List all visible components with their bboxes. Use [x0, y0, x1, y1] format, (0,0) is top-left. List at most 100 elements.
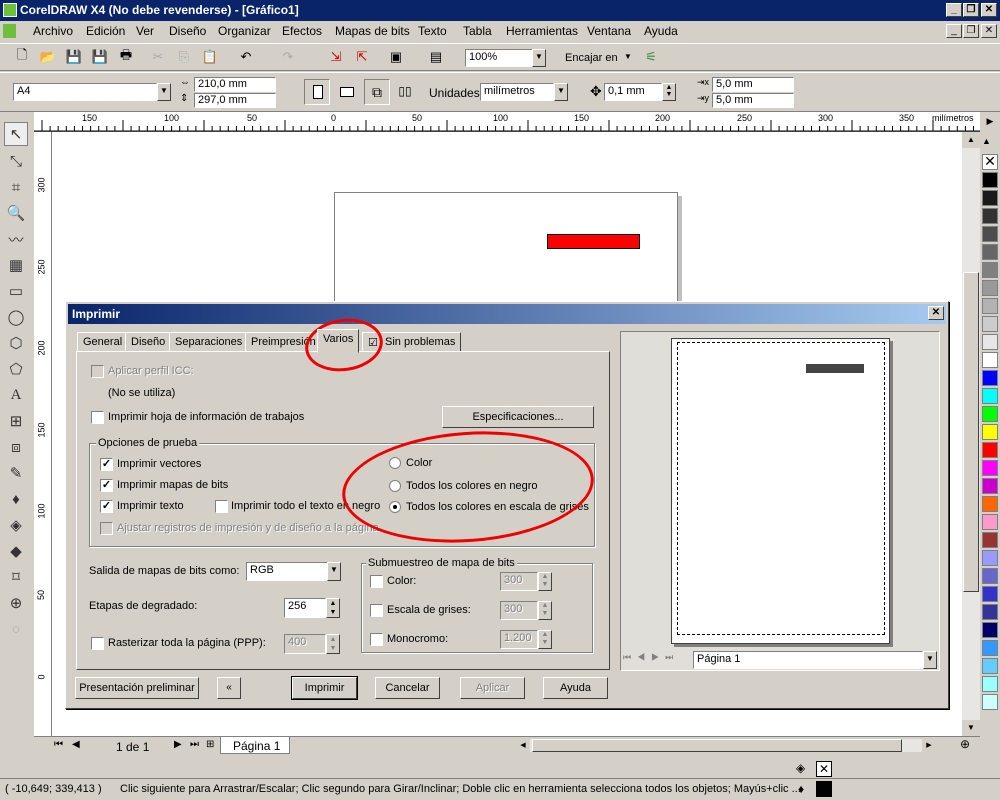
print-preview-pane[interactable]: ⏮◀▶⏭ Página 1 ▼	[620, 331, 940, 671]
color-swatch[interactable]	[982, 262, 998, 278]
dialog-close-icon[interactable]: ✕	[928, 306, 944, 320]
menu-efectos[interactable]: Efectos	[282, 24, 322, 38]
print-preview-button[interactable]: Presentación preliminar	[75, 677, 199, 699]
rasterize-spinner[interactable]: ▲ ▼	[326, 634, 340, 654]
ellipse-tool-icon[interactable]: ◯	[4, 305, 28, 329]
menu-organizar[interactable]: Organizar	[218, 24, 271, 38]
save-icon[interactable]: 💾	[64, 47, 84, 67]
ds-mono-field[interactable]: 1.200	[500, 630, 538, 649]
no-color-swatch[interactable]: ✕	[982, 154, 998, 170]
zoom-level[interactable]: 100%	[465, 49, 533, 67]
zoom-dropdown-icon[interactable]: ▼	[532, 49, 546, 67]
snap-to-label[interactable]: Encajar en	[565, 52, 618, 64]
color-swatch[interactable]	[982, 604, 998, 620]
specifications-button[interactable]: Especificaciones...	[442, 406, 594, 428]
color-swatch[interactable]	[982, 478, 998, 494]
color-swatch[interactable]	[982, 694, 998, 710]
preview-nav-icons[interactable]: ⏮◀▶⏭	[623, 652, 693, 668]
polygon-tool-icon[interactable]: ⬡	[4, 331, 28, 355]
close-icon[interactable]: ✕	[981, 3, 997, 17]
horizontal-ruler[interactable]: 150 100 50 0 50 100 150 200 250 300 350 …	[34, 112, 980, 132]
ds-color-checkbox[interactable]	[370, 575, 383, 588]
color-swatch[interactable]	[982, 208, 998, 224]
fountain-steps-field[interactable]: 256	[284, 598, 326, 618]
minimize-icon[interactable]: _	[946, 3, 962, 17]
eyedropper-icon[interactable]: ✎	[4, 461, 28, 485]
help-button[interactable]: Ayuda	[543, 677, 608, 699]
color-swatch[interactable]	[982, 334, 998, 350]
scroll-right-icon[interactable]: ▶	[922, 739, 936, 752]
tab-general[interactable]: General	[77, 332, 129, 352]
pan-tool-icon[interactable]: ○	[4, 617, 28, 641]
snap-dropdown-icon[interactable]: ▼	[624, 52, 632, 61]
ds-color-spinner[interactable]: ▲ ▼	[538, 572, 552, 591]
nudge-field[interactable]: 0,1 mm	[604, 83, 662, 101]
icc-checkbox[interactable]	[91, 365, 104, 378]
tab-varios[interactable]: Varios	[317, 329, 360, 353]
table-tool-icon[interactable]: ⊞	[4, 409, 28, 433]
doc-restore-icon[interactable]: ❐	[963, 24, 979, 38]
units-field[interactable]: milímetros	[480, 83, 554, 101]
color-swatch[interactable]	[982, 388, 998, 404]
zoom-lens-icon[interactable]: ⊕	[4, 591, 28, 615]
color-swatch[interactable]	[982, 424, 998, 440]
ds-mono-checkbox[interactable]	[370, 633, 383, 646]
basic-shapes-icon[interactable]: ⬠	[4, 357, 28, 381]
landscape-button[interactable]	[334, 79, 360, 105]
color-swatch[interactable]	[982, 442, 998, 458]
zoom-tool-icon[interactable]: 🔍	[4, 201, 28, 225]
page-tab[interactable]: Página 1	[220, 737, 290, 754]
page-width-field[interactable]: 210,0 mm	[194, 77, 276, 92]
maximize-icon[interactable]: ❐	[963, 3, 979, 17]
navigator-icon[interactable]: ⊕	[960, 737, 970, 751]
color-swatch[interactable]	[982, 316, 998, 332]
horizontal-scrollbar[interactable]: ◀ ▶	[516, 739, 936, 752]
ds-gray-spinner[interactable]: ▲ ▼	[538, 601, 552, 620]
all-pages-icon[interactable]: ⧉	[364, 79, 390, 105]
doc-close-icon[interactable]: ✕	[981, 24, 997, 38]
preview-page-dropdown-icon[interactable]: ▼	[923, 651, 937, 669]
first-page-icon[interactable]: ⏮	[54, 739, 63, 750]
redo-icon[interactable]: ↷	[278, 47, 298, 67]
cancel-button[interactable]: Cancelar	[375, 677, 440, 699]
color-swatch[interactable]	[982, 496, 998, 512]
color-swatch[interactable]	[982, 244, 998, 260]
bitmap-output-select[interactable]: RGB	[246, 562, 328, 581]
ds-gray-checkbox[interactable]	[370, 604, 383, 617]
export-icon[interactable]: ⇱	[352, 47, 372, 67]
h-scroll-thumb[interactable]	[532, 739, 902, 752]
color-swatch[interactable]	[982, 532, 998, 548]
menu-archivo[interactable]: Archivo	[33, 24, 73, 38]
menu-ver[interactable]: Ver	[136, 24, 154, 38]
cut-icon[interactable]: ✂	[148, 47, 168, 67]
application-launcher-icon[interactable]: ▣	[386, 47, 406, 67]
interactive-fill-icon[interactable]: ◆	[4, 539, 28, 563]
print-vectors-checkbox[interactable]: ✓	[100, 458, 113, 471]
units-dropdown-icon[interactable]: ▼	[554, 83, 568, 101]
print-text-checkbox[interactable]: ✓	[100, 500, 113, 513]
color-swatch[interactable]	[982, 352, 998, 368]
fountain-steps-spinner[interactable]: ▲ ▼	[326, 598, 340, 618]
color-swatch[interactable]	[982, 280, 998, 296]
color-swatch[interactable]	[982, 514, 998, 530]
smart-fill-icon[interactable]: ▦	[4, 253, 28, 277]
menu-tabla[interactable]: Tabla	[463, 24, 492, 38]
scroll-down-icon[interactable]: ▼	[962, 720, 980, 736]
next-page-icon[interactable]: ▶	[174, 739, 182, 750]
fit-marks-checkbox[interactable]	[100, 522, 113, 535]
color-swatch[interactable]	[982, 298, 998, 314]
doc-minimize-icon[interactable]: _	[946, 24, 962, 38]
open-icon[interactable]: 📂	[38, 47, 58, 67]
menu-ayuda[interactable]: Ayuda	[644, 24, 678, 38]
import-icon[interactable]: ⇲	[326, 47, 346, 67]
color-swatch[interactable]	[982, 190, 998, 206]
color-swatch[interactable]	[982, 370, 998, 386]
ds-mono-spinner[interactable]: ▲ ▼	[538, 630, 552, 649]
prev-page-icon[interactable]: ◀	[72, 739, 80, 750]
red-rectangle[interactable]	[547, 234, 640, 249]
color-swatch[interactable]	[982, 586, 998, 602]
interactive-blend-icon[interactable]: ⧈	[4, 435, 28, 459]
nudge-spinner[interactable]: ▲ ▼	[662, 83, 676, 101]
palette-scroll-icon[interactable]: ▶	[982, 116, 998, 132]
crop-tool-icon[interactable]: ⌗	[4, 175, 28, 199]
